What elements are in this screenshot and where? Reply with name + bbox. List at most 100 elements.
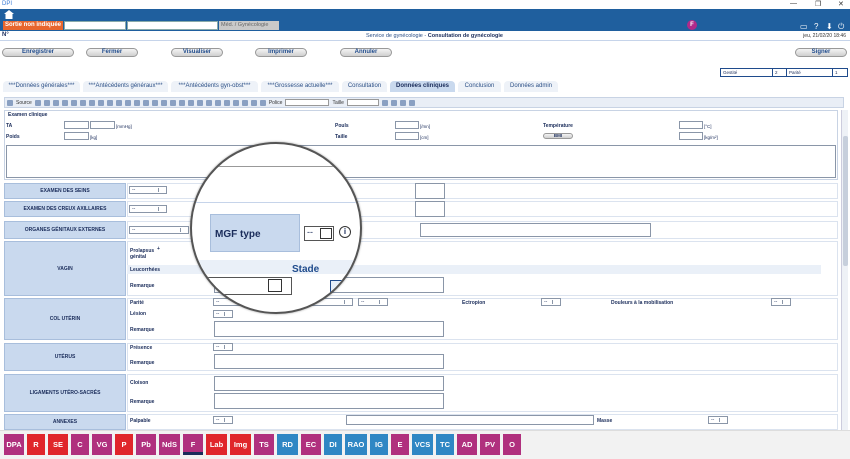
minimize-icon[interactable]: — [790, 0, 797, 7]
remove-format-icon[interactable] [142, 99, 149, 106]
paste-text-icon[interactable] [61, 99, 68, 106]
size-select[interactable] [346, 99, 379, 106]
mgf-type-select[interactable]: -- [304, 226, 334, 241]
creux-remark[interactable] [415, 201, 445, 217]
bottom-tab-r[interactable]: R [27, 434, 45, 455]
bottom-tab-rd[interactable]: RD [277, 434, 298, 455]
taille-input[interactable] [395, 132, 419, 140]
text-color-icon[interactable] [381, 99, 388, 106]
tab-conclusion[interactable]: Conclusion [458, 81, 501, 92]
copy-icon[interactable] [43, 99, 50, 106]
bottom-tab-tc[interactable]: TC [436, 434, 454, 455]
tab-consultation[interactable]: Consultation [342, 81, 387, 92]
bottom-tab-o[interactable]: O [503, 434, 521, 455]
seins-remark[interactable] [415, 183, 445, 199]
bottom-tab-vcs[interactable]: VCS [412, 434, 433, 455]
redo-icon[interactable] [106, 99, 113, 106]
chevron-down-icon[interactable] [320, 228, 332, 239]
bullet-list-icon[interactable] [241, 99, 248, 106]
bottom-tab-f[interactable]: F [183, 434, 203, 455]
pouls-input[interactable] [395, 121, 419, 129]
creux-select[interactable]: -- [129, 205, 167, 213]
maximize-editor-icon[interactable] [399, 99, 406, 106]
bottom-tab-p[interactable]: P [115, 434, 133, 455]
bottom-tab-c[interactable]: C [71, 434, 89, 455]
poids-input[interactable] [64, 132, 89, 140]
show-blocks-icon[interactable] [408, 99, 415, 106]
source-icon[interactable] [7, 99, 13, 106]
link-icon[interactable] [160, 99, 167, 106]
bottom-tab-rao[interactable]: RAO [345, 434, 367, 455]
ordered-list-icon[interactable] [232, 99, 239, 106]
home-icon[interactable] [4, 10, 14, 19]
masse-select[interactable]: -- [708, 416, 728, 424]
temperature-input[interactable] [679, 121, 703, 129]
cancel-button[interactable]: Annuler [340, 48, 392, 57]
bottom-tab-nds[interactable]: NdS [159, 434, 180, 455]
select-all-icon[interactable] [133, 99, 140, 106]
palpable-select[interactable]: -- [213, 416, 233, 424]
view-button[interactable]: Visualiser [171, 48, 223, 57]
italic-icon[interactable] [187, 99, 194, 106]
bottom-tab-ig[interactable]: IG [370, 434, 388, 455]
uterus-remark[interactable] [214, 354, 444, 369]
ectropion-select[interactable]: -- [541, 298, 561, 306]
bottom-tab-dpa[interactable]: DPA [4, 434, 24, 455]
patient-field-2[interactable] [127, 21, 218, 30]
help-icon[interactable]: ? [814, 22, 818, 31]
bottom-tab-e[interactable]: E [391, 434, 409, 455]
tab-donnees-admin[interactable]: Données admin [504, 81, 558, 92]
bottom-tab-pv[interactable]: PV [480, 434, 500, 455]
paste-word-icon[interactable] [70, 99, 77, 106]
patient-field-1[interactable] [64, 21, 126, 30]
bottom-tab-di[interactable]: DI [324, 434, 342, 455]
bottom-tab-pb[interactable]: Pb [136, 434, 156, 455]
replace-icon[interactable] [124, 99, 131, 106]
save-button[interactable]: Enregistrer [2, 48, 74, 57]
bottom-tab-ts[interactable]: TS [254, 434, 274, 455]
col-remark[interactable] [214, 321, 444, 337]
strike-icon[interactable] [205, 99, 212, 106]
bottom-tab-img[interactable]: Img [230, 434, 251, 455]
subscript-icon[interactable] [214, 99, 221, 106]
undo-icon[interactable] [97, 99, 104, 106]
palpable-remark[interactable] [346, 415, 594, 425]
organes-select[interactable]: -- [129, 226, 189, 234]
find-icon[interactable] [115, 99, 122, 106]
douleurs-select[interactable]: -- [771, 298, 791, 306]
pin-icon[interactable]: ⬇ [826, 22, 833, 31]
source-button[interactable]: Source [16, 100, 32, 106]
seins-select[interactable]: -- [129, 186, 167, 194]
bottom-tab-lab[interactable]: Lab [206, 434, 227, 455]
patient-name[interactable]: Sortie non indiquée [3, 21, 63, 30]
bmi-input[interactable] [679, 132, 703, 140]
lesion-select[interactable]: -- [213, 310, 233, 318]
indent-icon[interactable] [259, 99, 266, 106]
sign-button[interactable]: Signer [795, 48, 847, 57]
tab-antecedents-generaux[interactable]: ***Antécédents généraux*** [83, 81, 168, 92]
cut-icon[interactable] [34, 99, 41, 106]
bg-color-icon[interactable] [390, 99, 397, 106]
bottom-tab-vg[interactable]: VG [92, 434, 112, 455]
image-icon[interactable] [169, 99, 176, 106]
tab-donnees-generales[interactable]: ***Données générales*** [3, 81, 80, 92]
tab-antecedents-gyn-obst[interactable]: ***Antécédents gyn-obst*** [171, 81, 258, 92]
vertical-scrollbar[interactable] [841, 110, 848, 430]
info-icon[interactable]: i [339, 226, 351, 238]
bmi-button[interactable]: BMI [543, 133, 573, 139]
close-button[interactable]: Fermer [86, 48, 138, 57]
monitor-icon[interactable]: ▭ [800, 22, 808, 31]
presence-select[interactable]: -- [213, 343, 233, 351]
bottom-tab-ec[interactable]: EC [301, 434, 321, 455]
font-select[interactable] [285, 99, 330, 106]
tab-donnees-cliniques[interactable]: Données cliniques [390, 81, 455, 92]
paste-icon[interactable] [52, 99, 59, 106]
table-icon[interactable] [151, 99, 158, 106]
scrollbar-thumb[interactable] [843, 136, 848, 266]
bottom-tab-se[interactable]: SE [48, 434, 68, 455]
print-icon[interactable] [79, 99, 86, 106]
tab-grossesse-actuelle[interactable]: ***Grossesse actuelle*** [261, 81, 339, 92]
outdent-icon[interactable] [250, 99, 257, 106]
user-badge[interactable]: F [687, 20, 697, 30]
organes-remark[interactable] [420, 223, 651, 237]
